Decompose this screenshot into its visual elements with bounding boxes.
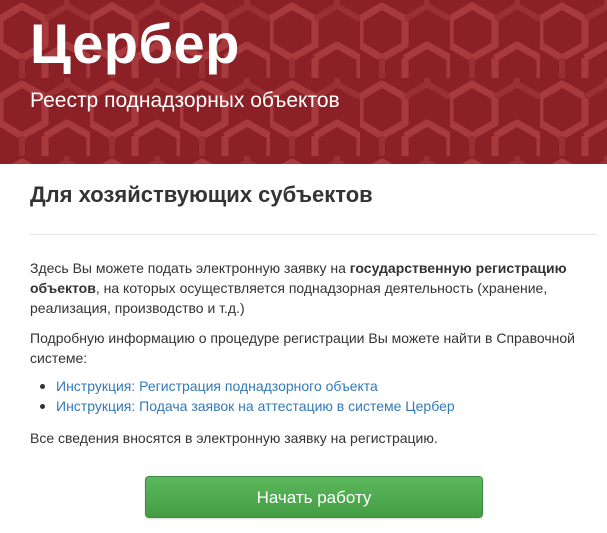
instruction-link-attestation[interactable]: Инструкция: Подача заявок на аттестацию … [56, 398, 455, 414]
list-item: Инструкция: Регистрация поднадзорного об… [30, 376, 455, 396]
note-paragraph: Все сведения вносятся в электронную заяв… [30, 430, 438, 446]
app-title: Цербер [30, 12, 240, 75]
info-paragraph: Подробную информацию о процедуре регистр… [30, 330, 575, 366]
main-panel: Для хозяйствующих субъектов Здесь Вы мож… [12, 164, 596, 533]
app-subtitle: Реестр поднадзорных объектов [30, 89, 340, 112]
instruction-link-registration[interactable]: Инструкция: Регистрация поднадзорного об… [56, 378, 378, 394]
divider [30, 234, 596, 235]
intro-text-end: , на которых осуществляется поднадзорная… [30, 280, 548, 316]
intro-paragraph: Здесь Вы можете подать электронную заявк… [30, 258, 586, 318]
start-work-button[interactable]: Начать работу [145, 476, 483, 518]
bullet-icon [40, 384, 45, 389]
intro-text: Здесь Вы можете подать электронную заявк… [30, 260, 350, 276]
header-banner: Цербер Реестр поднадзорных объектов [0, 0, 607, 164]
section-heading: Для хозяйствующих субъектов [30, 182, 373, 207]
bullet-icon [40, 404, 45, 409]
instruction-links: Инструкция: Регистрация поднадзорного об… [30, 376, 455, 416]
list-item: Инструкция: Подача заявок на аттестацию … [30, 396, 455, 416]
